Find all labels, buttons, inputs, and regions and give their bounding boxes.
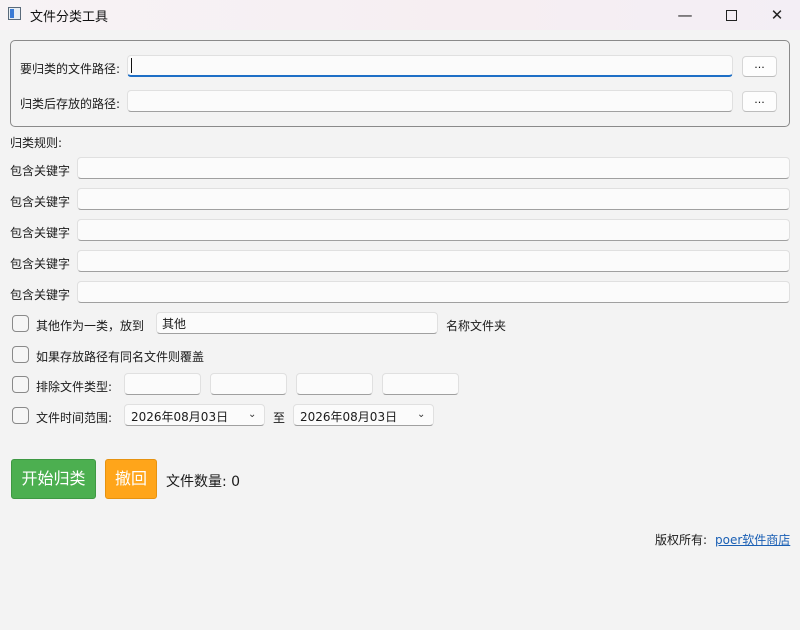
date-to-picker[interactable]: 2026年08月03日 ⌄	[293, 404, 434, 426]
time-range-label: 文件时间范围:	[36, 411, 113, 425]
date-from-value: 2026年08月03日	[131, 410, 229, 424]
copyright-label: 版权所有:	[655, 533, 708, 547]
rule-keyword-input-2[interactable]	[77, 188, 790, 210]
rule-keyword-input-3[interactable]	[77, 219, 790, 241]
rule-keyword-input-1[interactable]	[77, 157, 790, 179]
rule-label-5: 包含关键字	[10, 288, 71, 302]
text-caret	[131, 58, 132, 73]
undo-button[interactable]: 撤回	[105, 459, 157, 499]
overwrite-label: 如果存放路径有同名文件则覆盖	[36, 350, 205, 364]
source-path-input[interactable]	[127, 55, 733, 77]
chevron-down-icon: ⌄	[248, 409, 257, 420]
target-path-input[interactable]	[127, 90, 733, 112]
store-link[interactable]: poer软件商店	[715, 531, 790, 548]
target-browse-button[interactable]: ...	[742, 91, 777, 112]
window-title: 文件分类工具	[30, 10, 109, 25]
rule-keyword-input-5[interactable]	[77, 281, 790, 303]
exclude-type-input-3[interactable]	[296, 373, 373, 395]
source-path-label: 要归类的文件路径:	[20, 62, 121, 76]
date-to-label: 至	[273, 411, 286, 425]
close-button[interactable]: ✕	[754, 0, 800, 30]
rule-label-4: 包含关键字	[10, 257, 71, 271]
exclude-label: 排除文件类型:	[36, 380, 113, 394]
exclude-type-input-1[interactable]	[124, 373, 201, 395]
overwrite-checkbox[interactable]	[12, 346, 29, 363]
exclude-checkbox[interactable]	[12, 376, 29, 393]
maximize-button[interactable]	[708, 0, 754, 30]
rule-label-1: 包含关键字	[10, 164, 71, 178]
others-suffix-label: 名称文件夹	[446, 319, 507, 333]
rule-label-2: 包含关键字	[10, 195, 71, 209]
app-icon	[8, 7, 21, 20]
minimize-button[interactable]: —	[662, 0, 708, 30]
target-path-label: 归类后存放的路径:	[20, 97, 121, 111]
chevron-down-icon: ⌄	[417, 409, 426, 420]
start-classify-button[interactable]: 开始归类	[11, 459, 96, 499]
others-checkbox[interactable]	[12, 315, 29, 332]
maximize-icon	[725, 10, 737, 21]
rules-heading: 归类规则:	[10, 136, 63, 150]
file-count-label: 文件数量: 0	[166, 474, 241, 490]
source-browse-button[interactable]: ...	[742, 56, 777, 77]
time-range-checkbox[interactable]	[12, 407, 29, 424]
date-from-picker[interactable]: 2026年08月03日 ⌄	[124, 404, 265, 426]
date-to-value: 2026年08月03日	[300, 410, 398, 424]
title-bar: 文件分类工具 — ✕	[0, 0, 800, 30]
rule-label-3: 包含关键字	[10, 226, 71, 240]
exclude-type-input-4[interactable]	[382, 373, 459, 395]
others-label: 其他作为一类，放到	[36, 319, 145, 333]
path-groupbox	[10, 40, 790, 127]
rule-keyword-input-4[interactable]	[77, 250, 790, 272]
exclude-type-input-2[interactable]	[210, 373, 287, 395]
others-folder-input[interactable]	[156, 312, 438, 334]
